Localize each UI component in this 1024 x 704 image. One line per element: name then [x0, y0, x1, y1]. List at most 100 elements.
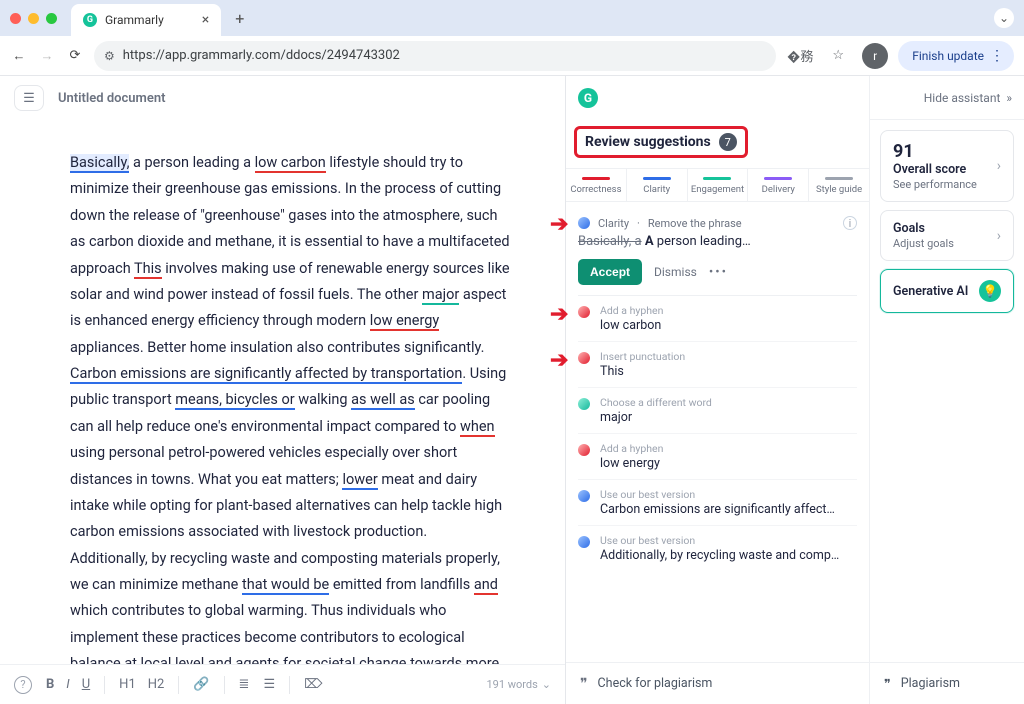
sidebar-toggle-button[interactable]: ☰ — [14, 85, 44, 111]
separator — [178, 676, 179, 694]
numbered-list-button[interactable]: ≣ — [239, 677, 250, 692]
separator — [104, 676, 105, 694]
flagged-phrase[interactable]: that would be — [242, 576, 329, 595]
suggestion-card-expanded[interactable]: ➔ Clarity · Remove the phrase i Basicall… — [578, 206, 857, 296]
suggestion-list: ➔ Clarity · Remove the phrase i Basicall… — [566, 202, 869, 662]
address-bar[interactable]: ⚙ https://app.grammarly.com/ddocs/249474… — [94, 41, 776, 71]
flagged-phrase[interactable]: major — [422, 286, 459, 305]
separator — [289, 676, 290, 694]
suggestion-type: Use our best version — [600, 534, 840, 547]
category-tabs: Correctness Clarity Engagement Delivery … — [566, 168, 869, 202]
flagged-phrase[interactable]: Carbon emissions are significantly affec… — [70, 365, 462, 384]
flagged-phrase[interactable]: as well as — [351, 391, 415, 410]
h2-button[interactable]: H2 — [148, 677, 165, 692]
document-editor[interactable]: Basically, a person leading a low carbon… — [0, 120, 565, 664]
flagged-phrase[interactable]: This — [134, 260, 162, 279]
underline-button[interactable]: U — [82, 677, 90, 692]
maximize-window-icon[interactable] — [46, 13, 57, 24]
flagged-phrase[interactable]: and — [474, 576, 498, 595]
translate-icon[interactable]: �務 — [786, 42, 814, 70]
flagged-phrase[interactable]: when — [460, 418, 495, 437]
bookmark-icon[interactable]: ☆ — [824, 42, 852, 70]
bullet-list-button[interactable]: ☰ — [263, 677, 275, 692]
help-icon[interactable]: ? — [14, 676, 32, 694]
info-icon[interactable]: i — [843, 216, 857, 230]
tab-correctness[interactable]: Correctness — [566, 169, 627, 201]
reload-button[interactable]: ⟳ — [66, 47, 84, 65]
window-controls — [10, 13, 57, 24]
tab-delivery[interactable]: Delivery — [748, 169, 809, 201]
back-button[interactable]: ← — [10, 47, 28, 65]
finish-update-button[interactable]: Finish update ⋮ — [898, 41, 1014, 71]
flagged-phrase[interactable]: lower — [342, 471, 377, 490]
suggestion-preview: Basically, a A person leading… — [578, 234, 857, 249]
review-suggestions-header[interactable]: Review suggestions 7 — [574, 126, 748, 158]
suggestion-item[interactable]: ➔ Insert punctuation This — [578, 342, 857, 388]
suggestion-text: Additionally, by recycling waste and com… — [600, 548, 840, 563]
more-options-icon[interactable]: ••• — [709, 265, 728, 280]
bold-button[interactable]: B — [46, 677, 54, 692]
editor-header: ☰ Untitled document — [0, 76, 565, 120]
editor-pane: ☰ Untitled document Basically, a person … — [0, 76, 566, 704]
close-window-icon[interactable] — [10, 13, 21, 24]
paragraph[interactable]: Basically, a person leading a low carbon… — [70, 150, 515, 361]
annotation-arrow-icon: ➔ — [550, 348, 568, 373]
dismiss-button[interactable]: Dismiss — [654, 265, 697, 279]
grammarly-logo-icon[interactable]: G — [578, 88, 598, 108]
paragraph[interactable]: Carbon emissions are significantly affec… — [70, 361, 515, 546]
goals-sublabel: Adjust goals — [893, 237, 997, 250]
suggestion-item[interactable]: ➔ Add a hyphen low carbon — [578, 296, 857, 342]
suggestion-item[interactable]: Choose a different word major — [578, 388, 857, 434]
check-plagiarism-button[interactable]: ❞ Check for plagiarism — [566, 662, 869, 704]
link-button[interactable]: 🔗 — [193, 677, 209, 692]
hide-assistant-button[interactable]: Hide assistant » — [870, 76, 1024, 120]
profile-avatar[interactable]: r — [862, 43, 888, 69]
grammarly-favicon-icon: G — [83, 13, 97, 27]
generative-ai-card[interactable]: Generative AI 💡 — [880, 269, 1014, 313]
suggestion-item[interactable]: Use our best version Carbon emissions ar… — [578, 480, 857, 526]
new-tab-button[interactable]: + — [229, 9, 250, 28]
lightbulb-icon: 💡 — [979, 280, 1001, 302]
site-settings-icon[interactable]: ⚙ — [104, 49, 115, 63]
flagged-phrase[interactable]: low carbon — [255, 154, 326, 173]
tab-clarity[interactable]: Clarity — [627, 169, 688, 201]
chrome-menu-icon[interactable]: ⌄ — [994, 8, 1014, 28]
suggestion-item[interactable]: Use our best version Additionally, by re… — [578, 526, 857, 571]
annotation-arrow-icon: ➔ — [550, 302, 568, 327]
paragraph[interactable]: Additionally, by recycling waste and com… — [70, 546, 515, 664]
overall-score-card[interactable]: 91 Overall score See performance › — [880, 130, 1014, 202]
goals-card[interactable]: Goals Adjust goals › — [880, 210, 1014, 261]
grammarly-app: ☰ Untitled document Basically, a person … — [0, 76, 1024, 704]
kebab-icon[interactable]: ⋮ — [990, 48, 1004, 64]
h1-button[interactable]: H1 — [119, 677, 136, 692]
browser-tab[interactable]: G Grammarly × — [71, 4, 221, 36]
flagged-phrase[interactable]: Basically, — [70, 154, 129, 173]
panel-header: G — [566, 76, 869, 120]
flagged-phrase[interactable]: low energy — [370, 312, 439, 331]
minimize-window-icon[interactable] — [28, 13, 39, 24]
chevron-down-icon: ⌄ — [542, 678, 551, 691]
clear-formatting-button[interactable]: ⌦ — [304, 677, 322, 692]
quote-icon: ❞ — [580, 676, 588, 692]
score-sublabel: See performance — [893, 178, 997, 191]
flagged-phrase[interactable]: means, bicycles or — [175, 391, 294, 410]
plagiarism-footer-button[interactable]: ❞ Plagiarism — [870, 662, 1024, 704]
score-label: Overall score — [893, 162, 997, 177]
editor-footer: ? B I U H1 H2 🔗 ≣ ☰ ⌦ 191 words⌄ — [0, 664, 565, 704]
word-count[interactable]: 191 words⌄ — [486, 678, 551, 691]
suggestions-panel: G Review suggestions 7 Correctness Clari… — [566, 76, 870, 704]
accept-button[interactable]: Accept — [578, 259, 642, 285]
suggestion-item[interactable]: Add a hyphen low energy — [578, 434, 857, 480]
suggestion-type: Add a hyphen — [600, 442, 663, 455]
suggestion-type: Use our best version — [600, 488, 840, 501]
document-title[interactable]: Untitled document — [58, 91, 165, 106]
close-tab-icon[interactable]: × — [202, 12, 209, 28]
suggestion-count-badge: 7 — [719, 133, 737, 151]
browser-toolbar: ← → ⟳ ⚙ https://app.grammarly.com/ddocs/… — [0, 36, 1024, 76]
engagement-chip-icon — [578, 398, 590, 410]
goals-label: Goals — [893, 221, 997, 236]
italic-button[interactable]: I — [66, 677, 69, 692]
tab-style-guide[interactable]: Style guide — [809, 169, 869, 201]
tab-engagement[interactable]: Engagement — [688, 169, 749, 201]
suggestion-text: This — [600, 364, 685, 379]
